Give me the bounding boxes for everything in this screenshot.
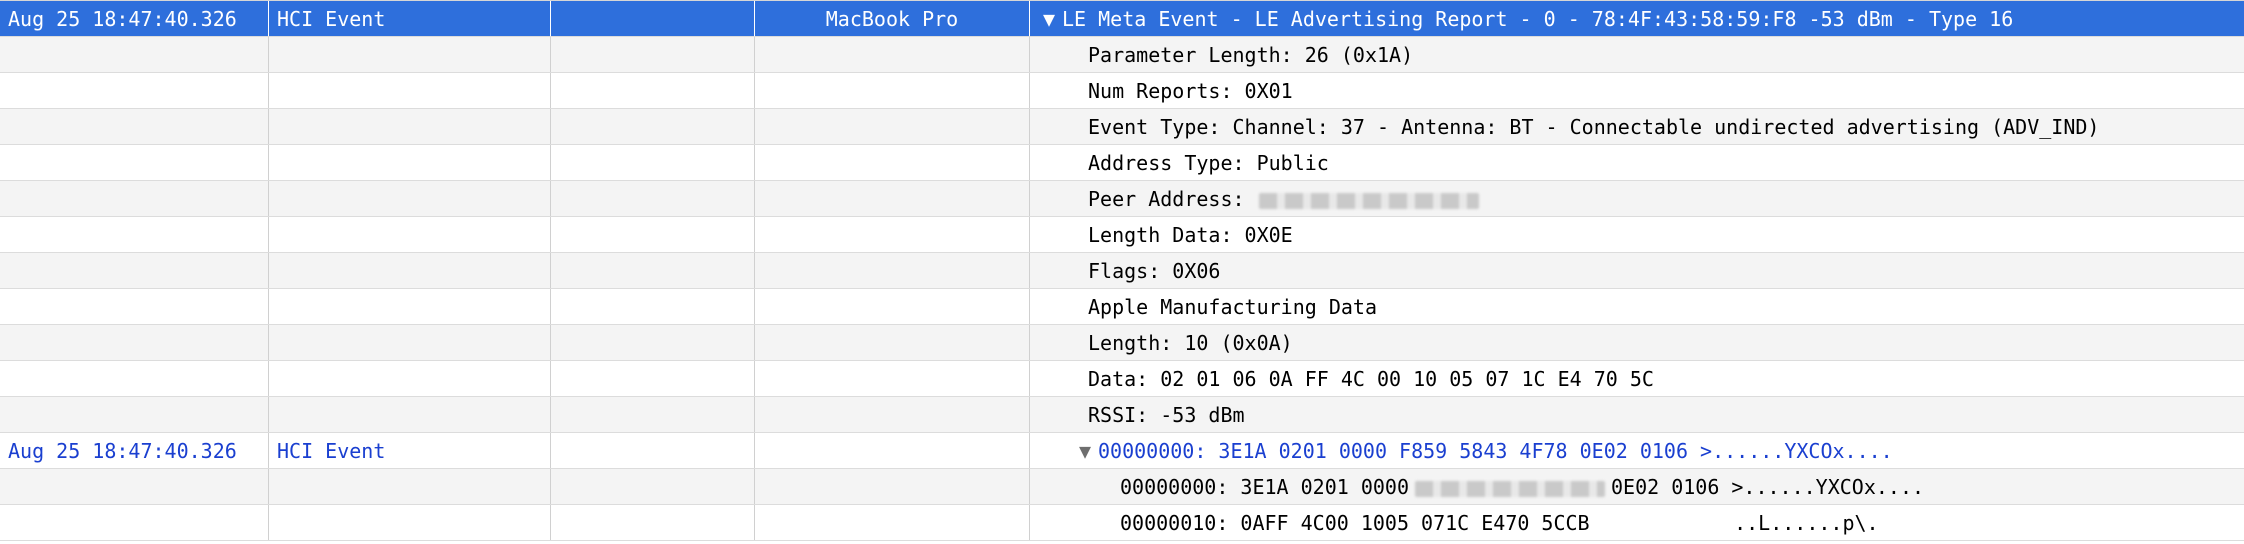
detail-text: Peer Address: bbox=[1088, 187, 1245, 211]
device-cell bbox=[755, 433, 1030, 468]
detail-cell: ▼ 00000000: 3E1A 0201 0000 F859 5843 4F78… bbox=[1030, 433, 2244, 468]
packet-row-selected[interactable]: Aug 25 18:47:40.326 HCI Event MacBook Pr… bbox=[0, 1, 2244, 37]
packet-row[interactable]: Aug 25 18:47:40.326 HCI Event ▼ 00000000:… bbox=[0, 433, 2244, 469]
detail-text: Apple Manufacturing Data bbox=[1088, 295, 1377, 319]
disclosure-triangle-down-icon[interactable]: ▼ bbox=[1076, 433, 1094, 468]
detail-row[interactable]: Apple Manufacturing Data bbox=[0, 289, 2244, 325]
redacted-address bbox=[1258, 192, 1479, 209]
detail-text: RSSI: -53 dBm bbox=[1088, 403, 1245, 427]
timestamp-cell: Aug 25 18:47:40.326 bbox=[0, 1, 269, 36]
event-type-cell: HCI Event bbox=[269, 1, 551, 36]
detail-text: LE Meta Event - LE Advertising Report - … bbox=[1062, 7, 2014, 31]
detail-cell: ▼ LE Meta Event - LE Advertising Report -… bbox=[1030, 1, 2244, 36]
hex-text-start: 00000000: 3E1A 0201 0000 bbox=[1120, 475, 1409, 499]
detail-text: Parameter Length: 26 (0x1A) bbox=[1088, 43, 1414, 67]
hex-cell: 00000000: 3E1A 0201 0000 0E02 0106 >.....… bbox=[1030, 469, 2244, 504]
device-cell: MacBook Pro bbox=[755, 1, 1030, 36]
detail-row[interactable]: Event Type: Channel: 37 - Antenna: BT - … bbox=[0, 109, 2244, 145]
detail-row[interactable]: Length: 10 (0x0A) bbox=[0, 325, 2244, 361]
hex-row[interactable]: 00000010: 0AFF 4C00 1005 071C E470 5CCB … bbox=[0, 505, 2244, 541]
detail-text: Data: 02 01 06 0A FF 4C 00 10 05 07 1C E… bbox=[1088, 367, 1654, 391]
empty-cell bbox=[551, 433, 755, 468]
hex-row[interactable]: 00000000: 3E1A 0201 0000 0E02 0106 >.....… bbox=[0, 469, 2244, 505]
disclosure-triangle-down-icon[interactable]: ▼ bbox=[1040, 1, 1058, 36]
detail-row[interactable]: Parameter Length: 26 (0x1A) bbox=[0, 37, 2244, 73]
hex-text-end: 0E02 0106 >......YXCOx.... bbox=[1610, 475, 1925, 499]
detail-text: 00000000: 3E1A 0201 0000 F859 5843 4F78 … bbox=[1098, 439, 1893, 463]
detail-row[interactable]: Address Type: Public bbox=[0, 145, 2244, 181]
empty-cell bbox=[551, 1, 755, 36]
detail-row[interactable]: Num Reports: 0X01 bbox=[0, 73, 2244, 109]
redacted-hex bbox=[1414, 480, 1605, 497]
event-type-cell: HCI Event bbox=[269, 433, 551, 468]
timestamp-cell: Aug 25 18:47:40.326 bbox=[0, 433, 269, 468]
detail-text: Flags: 0X06 bbox=[1088, 259, 1221, 283]
packet-table: Aug 25 18:47:40.326 HCI Event MacBook Pr… bbox=[0, 0, 2244, 541]
detail-row[interactable]: Data: 02 01 06 0A FF 4C 00 10 05 07 1C E… bbox=[0, 361, 2244, 397]
detail-text: Address Type: Public bbox=[1088, 151, 1329, 175]
detail-text: Event Type: Channel: 37 - Antenna: BT - … bbox=[1088, 115, 2100, 139]
detail-row[interactable]: Flags: 0X06 bbox=[0, 253, 2244, 289]
detail-text: Length: 10 (0x0A) bbox=[1088, 331, 1293, 355]
detail-text: Num Reports: 0X01 bbox=[1088, 79, 1293, 103]
detail-text: Length Data: 0X0E bbox=[1088, 223, 1293, 247]
hex-text: 00000010: 0AFF 4C00 1005 071C E470 5CCB … bbox=[1120, 511, 1879, 535]
detail-row[interactable]: Peer Address: bbox=[0, 181, 2244, 217]
detail-row[interactable]: RSSI: -53 dBm bbox=[0, 397, 2244, 433]
detail-row[interactable]: Length Data: 0X0E bbox=[0, 217, 2244, 253]
detail-cell: Peer Address: bbox=[1030, 181, 2244, 216]
